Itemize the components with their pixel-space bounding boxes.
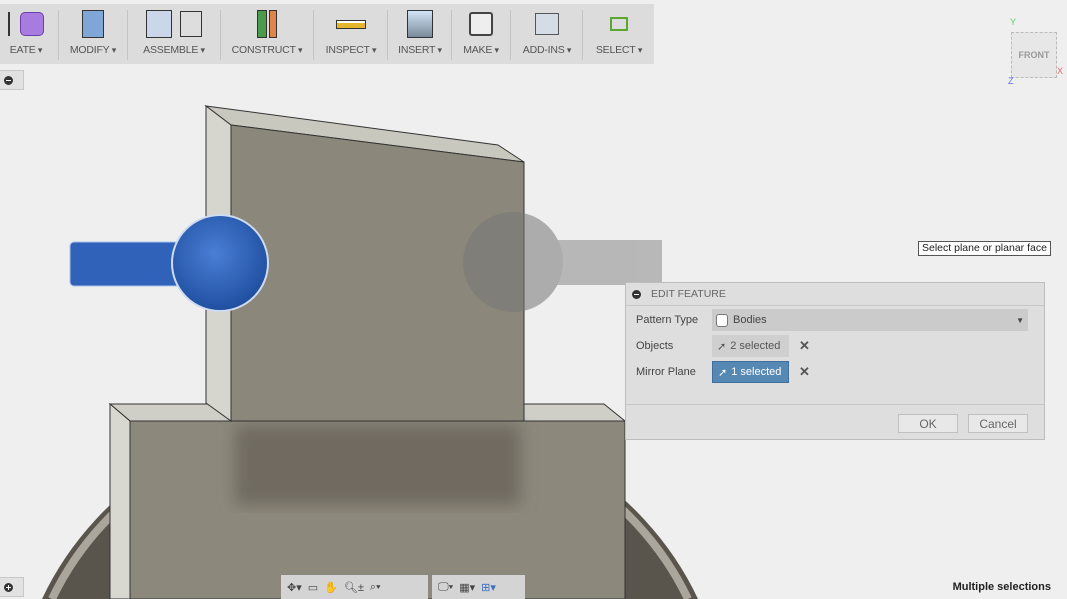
insert-menu[interactable]: INSERT bbox=[389, 4, 451, 64]
navigation-bar: ✥▾ ▭ ✋ 🔍︎± ⌕▾ bbox=[281, 575, 428, 599]
main-toolbar: EATE MODIFY ASSEMBLE CONSTRUCT INSPECT I… bbox=[0, 4, 654, 64]
create-menu[interactable]: EATE bbox=[0, 4, 56, 64]
clear-mirror-plane-icon[interactable]: ✕ bbox=[799, 364, 810, 380]
modify-menu[interactable]: MODIFY bbox=[60, 4, 126, 64]
select-icon bbox=[610, 17, 628, 31]
grid-icon[interactable]: ▦▾ bbox=[459, 581, 475, 594]
axis-x-label: X bbox=[1057, 66, 1064, 76]
ok-button[interactable]: OK bbox=[898, 414, 958, 433]
press-pull-icon bbox=[82, 10, 104, 38]
body-icon bbox=[716, 313, 728, 327]
dialog-header[interactable]: EDIT FEATURE bbox=[626, 283, 1044, 306]
look-at-icon[interactable]: ▭ bbox=[308, 581, 318, 594]
measure-icon bbox=[336, 19, 366, 29]
cancel-button[interactable]: Cancel bbox=[968, 414, 1028, 433]
collapse-icon[interactable] bbox=[632, 289, 641, 299]
collapse-browser-button[interactable] bbox=[0, 70, 24, 90]
display-bar: 🖵▾ ▦▾ ⊞▾ bbox=[432, 575, 525, 599]
objects-label: Objects bbox=[636, 340, 674, 352]
mirror-plane-selector[interactable]: ➚ 1 selected bbox=[712, 361, 789, 383]
joint-icon bbox=[180, 11, 202, 37]
fit-icon[interactable]: ⌕▾ bbox=[370, 581, 381, 594]
insert-image-icon bbox=[407, 10, 433, 38]
dropdown-arrow-icon: ▼ bbox=[1016, 315, 1024, 325]
dialog-title: EDIT FEATURE bbox=[651, 288, 726, 300]
expand-comments-button[interactable] bbox=[0, 577, 24, 597]
construct-menu[interactable]: CONSTRUCT bbox=[222, 4, 312, 64]
3d-print-icon bbox=[469, 12, 493, 36]
offset-plane-icon-back bbox=[269, 10, 277, 38]
make-menu[interactable]: MAKE bbox=[453, 4, 509, 64]
scripts-icon bbox=[535, 13, 559, 35]
objects-value: 2 selected bbox=[730, 340, 781, 352]
assemble-menu[interactable]: ASSEMBLE bbox=[129, 4, 219, 64]
cursor-icon: ➚ bbox=[718, 366, 728, 379]
add-ins-menu[interactable]: ADD-INS bbox=[512, 4, 582, 64]
inspect-menu[interactable]: INSPECT bbox=[315, 4, 387, 64]
display-settings-icon[interactable]: 🖵▾ bbox=[438, 581, 453, 594]
minus-circle-icon bbox=[4, 75, 13, 85]
offset-plane-icon bbox=[257, 10, 267, 38]
pan-hand-icon[interactable]: ✋ bbox=[324, 581, 338, 594]
plus-circle-icon bbox=[4, 582, 13, 592]
mirror-plane-value: 1 selected bbox=[731, 366, 782, 378]
extrude-icon bbox=[8, 12, 12, 36]
viewports-icon[interactable]: ⊞▾ bbox=[481, 581, 496, 594]
selected-handle-body[interactable] bbox=[69, 214, 269, 312]
mirror-plane-label: Mirror Plane bbox=[636, 366, 696, 378]
select-menu[interactable]: SELECT bbox=[584, 4, 654, 64]
pattern-type-value: Bodies bbox=[733, 314, 767, 326]
orbit-icon[interactable]: ✥▾ bbox=[287, 581, 302, 594]
status-text: Multiple selections bbox=[952, 581, 1051, 593]
clear-objects-icon[interactable]: ✕ bbox=[799, 338, 810, 354]
viewcube[interactable]: FRONT bbox=[1011, 32, 1057, 78]
axis-z-label: Z bbox=[1008, 76, 1014, 86]
edit-feature-dialog: EDIT FEATURE Pattern Type Bodies ▼ Object… bbox=[625, 282, 1045, 440]
new-component-icon bbox=[146, 10, 172, 38]
viewcube-front-face[interactable]: FRONT bbox=[1019, 50, 1050, 60]
pattern-type-label: Pattern Type bbox=[636, 314, 699, 326]
block-shadow bbox=[235, 425, 520, 505]
form-icon bbox=[20, 12, 44, 36]
axis-y-label: Y bbox=[1010, 17, 1017, 27]
zoom-icon[interactable]: 🔍︎± bbox=[344, 581, 364, 594]
objects-selector[interactable]: ➚ 2 selected bbox=[712, 335, 789, 357]
tooltip: Select plane or planar face bbox=[918, 241, 1051, 256]
cursor-icon: ➚ bbox=[717, 340, 727, 353]
pattern-type-select[interactable]: Bodies ▼ bbox=[712, 309, 1028, 331]
